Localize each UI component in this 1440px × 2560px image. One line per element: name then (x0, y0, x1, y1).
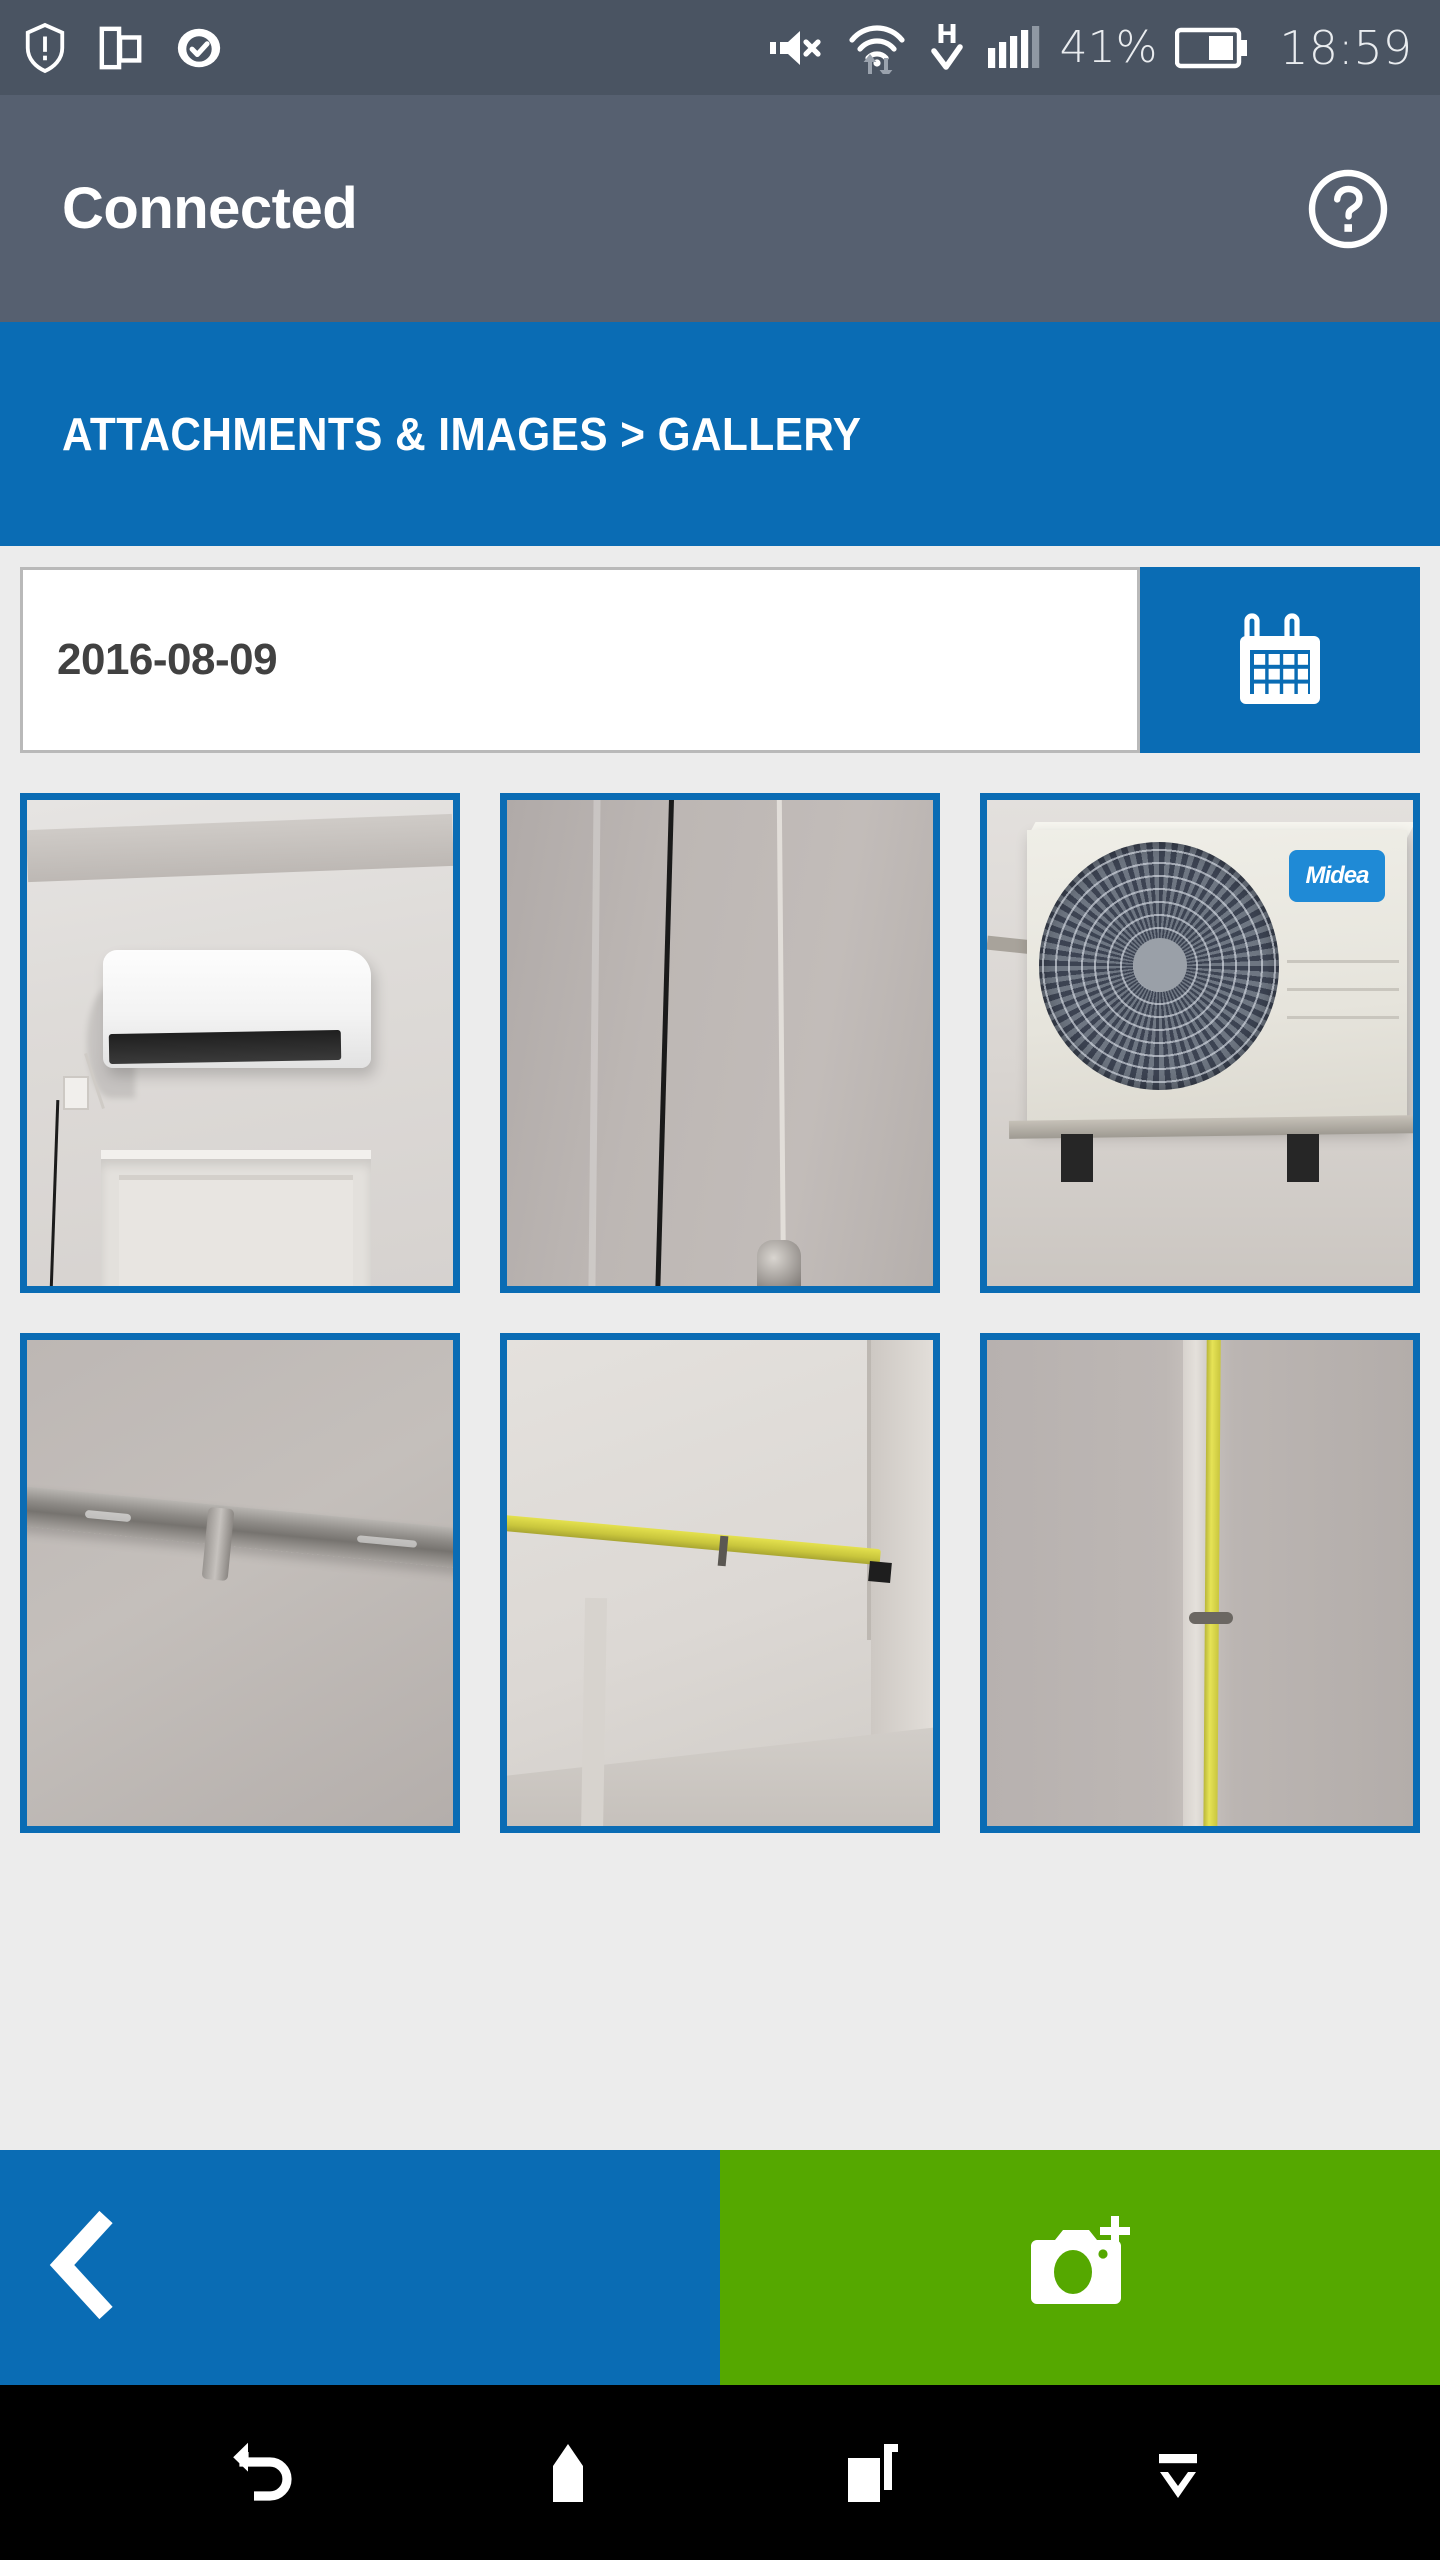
battery-half-icon (1175, 26, 1249, 70)
photo-horizontal-gas-pipe (507, 1340, 933, 1826)
hide-nav-icon[interactable] (1118, 2413, 1238, 2533)
date-input[interactable]: 2016-08-09 (20, 567, 1140, 753)
recents-nav-icon[interactable] (813, 2413, 933, 2533)
gallery-content: 2016-08-09 Midea (0, 546, 1440, 2150)
breadcrumb[interactable]: ATTACHMENTS & IMAGES > GALLERY (0, 322, 1440, 546)
battery-percent-label: 41% (1059, 22, 1158, 73)
date-value-label: 2016-08-09 (57, 635, 278, 684)
help-circle-icon[interactable] (1302, 163, 1394, 255)
photo-indoor-ac-unit (27, 800, 453, 1286)
wifi-transfer-icon (846, 22, 908, 74)
status-bar-left-icons (22, 22, 224, 74)
action-bar (0, 2150, 1440, 2385)
app-header: Connected (0, 95, 1440, 322)
back-nav-icon[interactable] (203, 2413, 323, 2533)
gallery-thumbnail[interactable] (500, 1333, 940, 1833)
camera-add-icon (1025, 2212, 1135, 2323)
android-nav-bar (0, 2385, 1440, 2560)
hspa-network-icon: H (926, 21, 968, 75)
svg-text:H: H (936, 21, 958, 50)
page-title: Connected (62, 176, 358, 241)
gallery-thumbnail[interactable]: Midea (980, 793, 1420, 1293)
thumbnail-grid: Midea (20, 793, 1420, 1833)
calendar-icon (1232, 608, 1328, 713)
photo-midea-condenser: Midea (987, 800, 1413, 1286)
status-bar: H 41% 18:59 (0, 0, 1440, 95)
gallery-thumbnail[interactable] (20, 793, 460, 1293)
status-bar-clock: 18:59 (1279, 20, 1412, 75)
photo-metal-conduit (27, 1340, 453, 1826)
photo-vertical-gas-pipe (987, 1340, 1413, 1826)
volume-mute-icon (768, 24, 828, 72)
breadcrumb-label: ATTACHMENTS & IMAGES > GALLERY (62, 408, 862, 460)
gallery-thumbnail[interactable] (980, 1333, 1420, 1833)
shield-alert-icon (22, 22, 68, 74)
status-bar-right-icons: H 41% 18:59 (768, 21, 1412, 75)
signal-bars-icon (986, 24, 1042, 72)
back-button[interactable] (0, 2150, 720, 2385)
photo-wall-cables (507, 800, 933, 1286)
cloud-check-icon (174, 22, 224, 74)
gallery-thumbnail[interactable] (20, 1333, 460, 1833)
open-calendar-button[interactable] (1140, 567, 1420, 753)
gallery-thumbnail[interactable] (500, 793, 940, 1293)
chevron-left-icon (40, 2209, 132, 2326)
home-nav-icon[interactable] (508, 2413, 628, 2533)
add-photo-button[interactable] (720, 2150, 1440, 2385)
date-selector-row: 2016-08-09 (20, 567, 1420, 753)
multi-window-icon (98, 22, 144, 74)
